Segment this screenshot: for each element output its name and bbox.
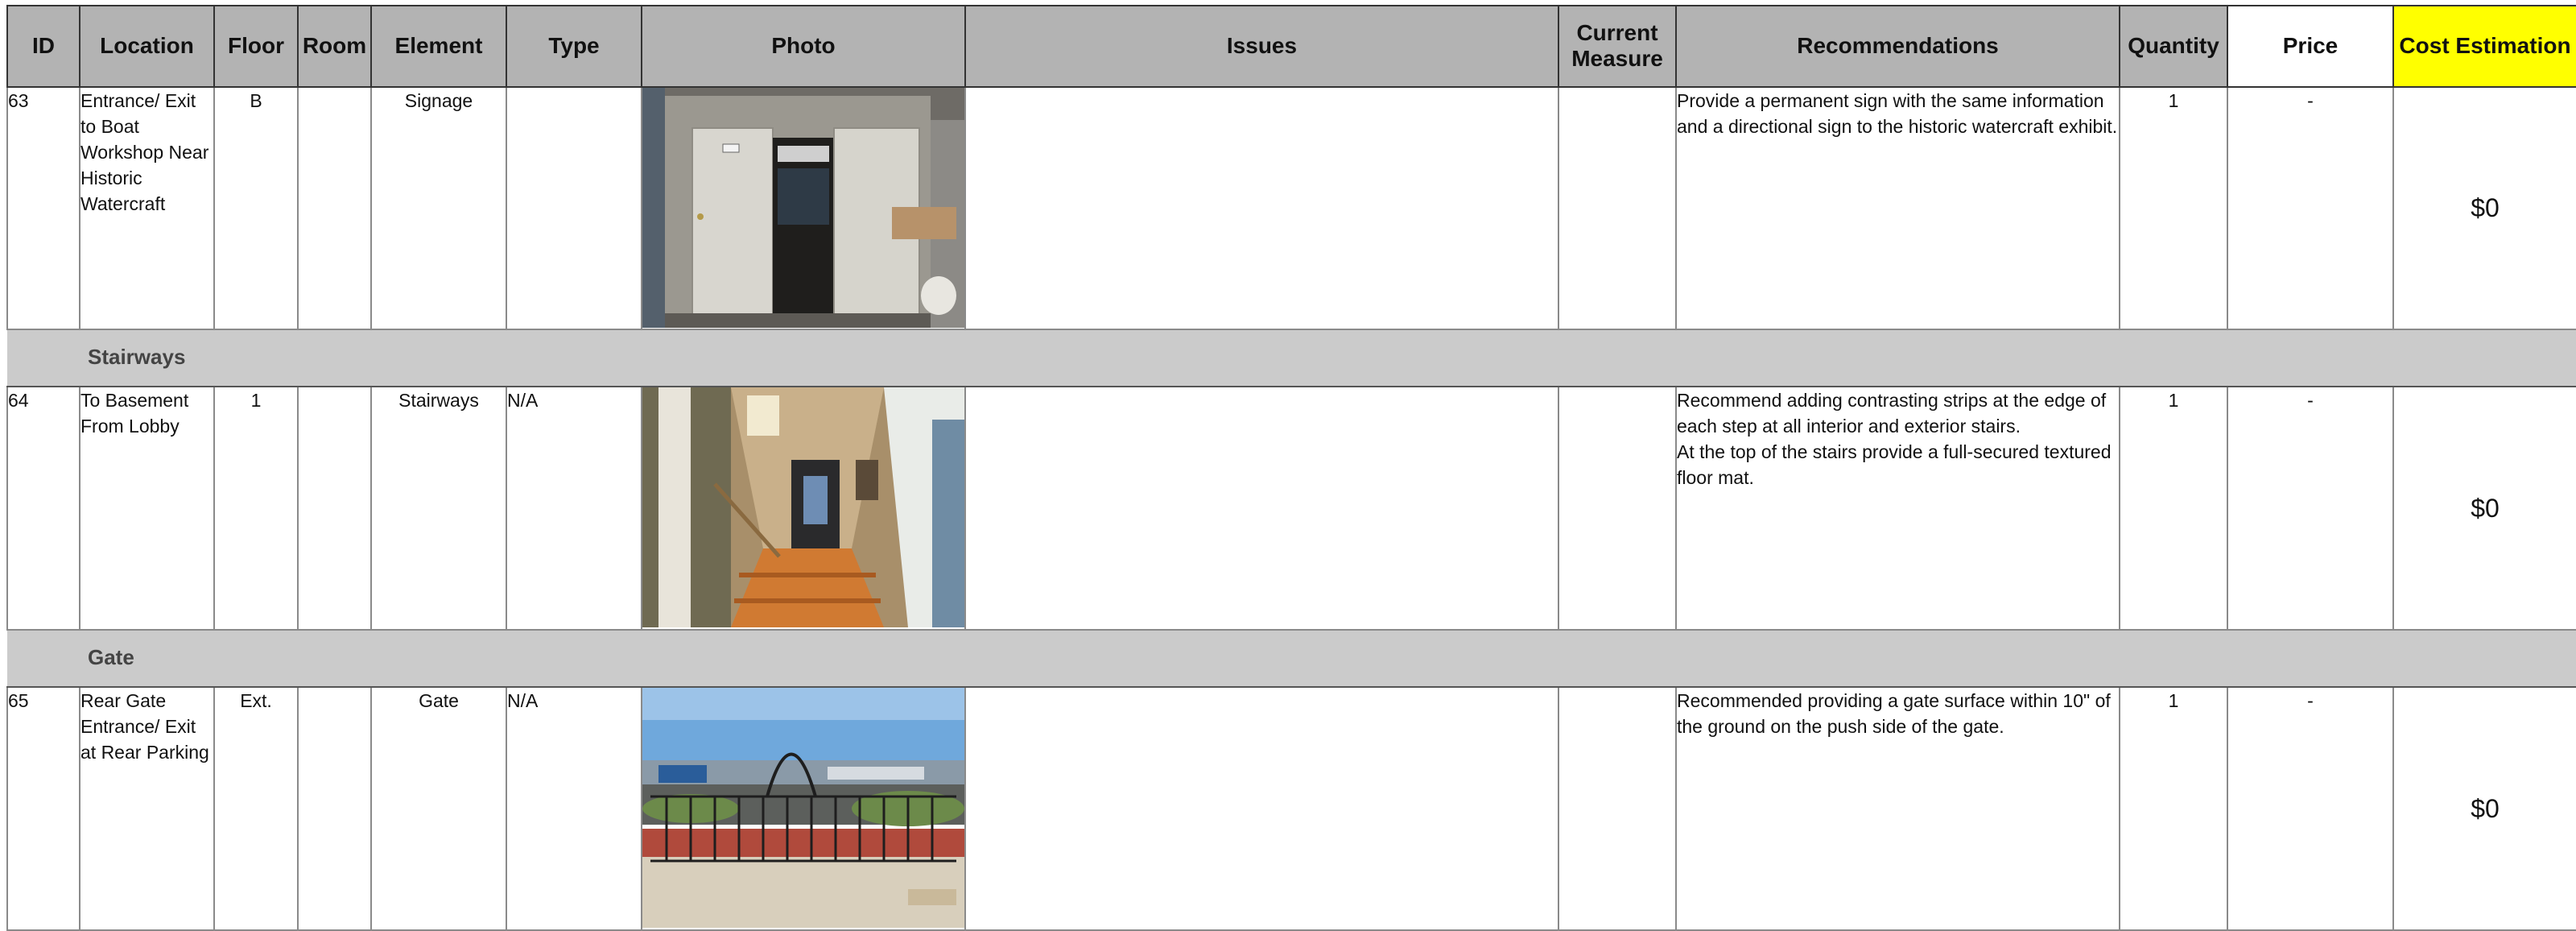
table-row: 63 Entrance/ Exit to Boat Workshop Near …: [6, 85, 2576, 331]
table-row: 64 To Basement From Lobby 1 Stairways N/…: [6, 386, 2576, 631]
cell-floor: Ext.: [213, 686, 299, 931]
cell-location: To Basement From Lobby: [79, 386, 215, 631]
cell-issues: [964, 686, 1559, 931]
gate-photo: [642, 688, 964, 929]
cell-photo: [641, 686, 966, 931]
header-room: Room: [297, 5, 372, 88]
cell-current-measure: [1558, 85, 1677, 331]
cell-floor: B: [213, 85, 299, 331]
workshop-door-photo: [642, 87, 964, 328]
cell-id: 64: [6, 386, 80, 631]
header-quantity: Quantity: [2119, 5, 2228, 88]
cell-quantity: 1: [2119, 85, 2228, 331]
header-location: Location: [79, 5, 215, 88]
cell-type: [506, 85, 642, 331]
cell-cost: $0: [2392, 85, 2576, 331]
cell-floor: 1: [213, 386, 299, 631]
cell-element: Signage: [370, 85, 507, 331]
cell-recommendations: Provide a permanent sign with the same i…: [1675, 85, 2120, 331]
assessment-table: ID Location Floor Room Element Type Phot…: [6, 5, 2576, 931]
cell-quantity: 1: [2119, 386, 2228, 631]
section-title: Gate: [88, 645, 134, 669]
cell-id: 63: [6, 85, 80, 331]
cell-type: N/A: [506, 386, 642, 631]
cell-price: -: [2227, 686, 2394, 931]
cell-cost: $0: [2392, 686, 2576, 931]
header-photo: Photo: [641, 5, 966, 88]
header-price: Price: [2227, 5, 2394, 88]
cell-price: -: [2227, 386, 2394, 631]
cell-location: Rear Gate Entrance/ Exit at Rear Parking: [79, 686, 215, 931]
cell-recommendations: Recommended providing a gate surface wit…: [1675, 686, 2120, 931]
stairway-photo: [642, 387, 964, 628]
header-recommendations: Recommendations: [1675, 5, 2120, 88]
header-current-measure: Current Measure: [1558, 5, 1677, 88]
header-row: ID Location Floor Room Element Type Phot…: [6, 5, 2576, 88]
header-issues: Issues: [964, 5, 1559, 88]
cell-room: [297, 85, 372, 331]
cell-recommendations: Recommend adding contrasting strips at t…: [1675, 386, 2120, 631]
cell-type: N/A: [506, 686, 642, 931]
cell-location: Entrance/ Exit to Boat Workshop Near His…: [79, 85, 215, 331]
section-title: Stairways: [88, 345, 186, 370]
header-floor: Floor: [213, 5, 299, 88]
cell-quantity: 1: [2119, 686, 2228, 931]
header-id: ID: [6, 5, 80, 88]
header-element: Element: [370, 5, 507, 88]
cell-photo: [641, 85, 966, 331]
cell-price: -: [2227, 85, 2394, 331]
cell-room: [297, 386, 372, 631]
table-row: 65 Rear Gate Entrance/ Exit at Rear Park…: [6, 686, 2576, 931]
cell-element: Stairways: [370, 386, 507, 631]
cell-current-measure: [1558, 686, 1677, 931]
cell-id: 65: [6, 686, 80, 931]
header-type: Type: [506, 5, 642, 88]
header-cost-estimation: Cost Estimation: [2392, 5, 2576, 88]
cell-current-measure: [1558, 386, 1677, 631]
cell-cost: $0: [2392, 386, 2576, 631]
section-row-stairways: Stairways: [7, 329, 2576, 388]
cell-issues: [964, 85, 1559, 331]
cell-element: Gate: [370, 686, 507, 931]
cell-issues: [964, 386, 1559, 631]
section-row-gate: Gate: [7, 628, 2576, 689]
cell-room: [297, 686, 372, 931]
cell-photo: [641, 386, 966, 631]
